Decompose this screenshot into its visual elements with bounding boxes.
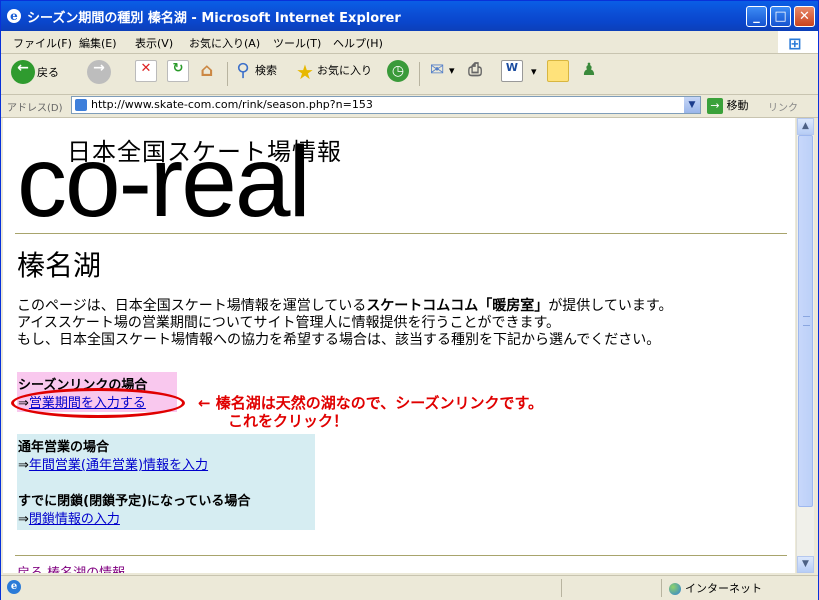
refresh-icon: ↻	[167, 60, 189, 82]
edit-button[interactable]: W ▾	[501, 60, 537, 86]
go-button[interactable]: → 移動	[707, 97, 749, 114]
favorites-label: お気に入り	[317, 64, 372, 77]
globe-icon	[669, 583, 681, 595]
status-bar: e インターネット	[1, 575, 818, 600]
stop-icon: ✕	[135, 60, 157, 82]
closed-link-row: ⇒閉鎖情報の入力	[18, 512, 120, 527]
closed-link[interactable]: 閉鎖情報の入力	[29, 512, 120, 527]
ie-icon: e	[7, 9, 21, 23]
address-label: アドレス(D)	[7, 103, 63, 114]
menu-favorites[interactable]: お気に入り(A)	[189, 35, 260, 51]
windows-logo-icon: ⊞	[778, 31, 818, 53]
annual-link[interactable]: 年間営業(通年営業)情報を入力	[29, 458, 208, 473]
page-icon	[75, 99, 87, 111]
links-button[interactable]: リンク	[768, 99, 798, 114]
security-zone: インターネット	[669, 580, 762, 596]
menu-view[interactable]: 表示(V)	[135, 35, 173, 51]
page-content: co-real 日本全国スケート場情報 榛名湖 このページは、日本全国スケート場…	[3, 118, 795, 573]
star-icon: ★	[296, 60, 314, 84]
annual-link-row: ⇒年間営業(通年営業)情報を入力	[18, 458, 209, 473]
address-input[interactable]: http://www.skate-com.com/rink/season.php…	[71, 96, 701, 114]
maximize-button[interactable]: □	[770, 6, 791, 27]
page-title: 榛名湖	[17, 249, 102, 282]
back-label: 戻る	[37, 66, 59, 79]
intro-text: このページは、日本全国スケート場情報を運営しているスケートコムコム「暖房室」が提…	[17, 298, 673, 348]
word-icon: W	[501, 60, 523, 82]
divider	[15, 555, 787, 556]
address-url[interactable]: http://www.skate-com.com/rink/season.php…	[91, 98, 373, 111]
annual-title: 通年営業の場合	[18, 440, 110, 455]
scroll-thumb[interactable]	[798, 135, 813, 507]
search-label: 検索	[255, 64, 277, 77]
closed-title: すでに閉鎖(閉鎖予定)になっている場合	[18, 494, 251, 509]
home-icon: ⌂	[200, 60, 214, 81]
other-section: 通年営業の場合 ⇒年間営業(通年営業)情報を入力 すでに閉鎖(閉鎖予定)になって…	[17, 434, 315, 530]
print-button[interactable]: ⎙	[465, 60, 485, 86]
annotation-line2: これをクリック！	[228, 412, 349, 430]
minimize-button[interactable]: _	[746, 6, 767, 27]
discuss-button[interactable]	[547, 60, 569, 86]
scroll-up-icon[interactable]: ▲	[797, 118, 814, 135]
history-button[interactable]: ◷	[387, 60, 409, 86]
mail-icon: ✉	[429, 60, 445, 80]
window-title: シーズン期間の種別 榛名湖 - Microsoft Internet Explo…	[27, 11, 401, 26]
home-button[interactable]: ⌂	[197, 60, 217, 86]
search-icon: ⚲	[236, 60, 250, 81]
go-arrow-icon: →	[707, 98, 723, 114]
toolbar: ← 戻る → ✕ ↻ ⌂ ⚲ 検索 ★ お気に入り ◷ ✉ ▾ ⎙ W ▾ ♟	[1, 54, 818, 95]
divider	[15, 233, 787, 234]
search-button[interactable]: ⚲ 検索	[233, 60, 277, 86]
back-link[interactable]: 戻る 榛名湖の情報	[17, 562, 125, 573]
menu-help[interactable]: ヘルプ(H)	[333, 35, 383, 51]
refresh-button[interactable]: ↻	[167, 60, 189, 86]
close-button[interactable]: ✕	[794, 6, 815, 27]
highlight-circle	[11, 388, 185, 418]
menu-file[interactable]: ファイル(F)	[13, 35, 72, 51]
note-icon	[547, 60, 569, 82]
history-icon: ◷	[387, 60, 409, 82]
title-bar[interactable]: e シーズン期間の種別 榛名湖 - Microsoft Internet Exp…	[1, 1, 818, 31]
messenger-icon: ♟	[581, 60, 597, 80]
annotation-line1: ← 榛名湖は天然の湖なので、シーズンリンクです。	[198, 394, 543, 412]
logo-subtitle: 日本全国スケート場情報	[67, 139, 342, 166]
go-label: 移動	[726, 99, 749, 112]
printer-icon: ⎙	[468, 60, 482, 80]
vertical-scrollbar[interactable]: ▲ ▼	[796, 118, 814, 573]
forward-arrow-icon: →	[87, 60, 111, 84]
back-arrow-icon: ←	[11, 60, 35, 84]
scroll-down-icon[interactable]: ▼	[797, 556, 814, 573]
stop-button[interactable]: ✕	[135, 60, 157, 86]
favorites-button[interactable]: ★ お気に入り	[295, 60, 372, 86]
browser-window: e シーズン期間の種別 榛名湖 - Microsoft Internet Exp…	[0, 0, 819, 600]
toolbar-divider	[419, 62, 420, 86]
address-bar: アドレス(D) http://www.skate-com.com/rink/se…	[1, 95, 818, 118]
chevron-down-icon[interactable]: ▼	[684, 97, 700, 113]
annotation-note: ← 榛名湖は天然の湖なので、シーズンリンクです。 これをクリック！	[198, 394, 543, 430]
menu-edit[interactable]: 編集(E)	[79, 35, 117, 51]
mail-button[interactable]: ✉ ▾	[427, 60, 455, 86]
forward-button[interactable]: →	[87, 60, 111, 86]
toolbar-divider	[227, 62, 228, 86]
messenger-button[interactable]: ♟	[579, 60, 599, 86]
menu-bar: ファイル(F) 編集(E) 表示(V) お気に入り(A) ツール(T) ヘルプ(…	[1, 31, 818, 54]
back-button[interactable]: ← 戻る	[11, 60, 59, 86]
ie-icon: e	[7, 580, 21, 594]
menu-tools[interactable]: ツール(T)	[273, 35, 321, 51]
